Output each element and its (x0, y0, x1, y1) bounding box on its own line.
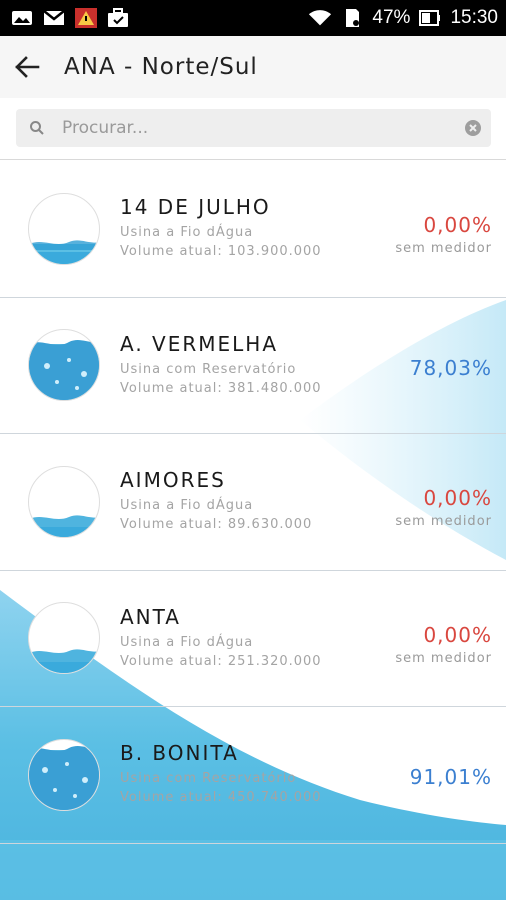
status-right: 47% 15:30 (308, 7, 498, 29)
battery-icon (418, 8, 442, 28)
item-level: 0,00% sem medidor (395, 623, 492, 666)
arrow-left-icon (15, 56, 40, 78)
item-type: Usina a Fio dÁgua (120, 225, 254, 240)
back-button[interactable] (4, 44, 50, 90)
list-item[interactable]: A. VERMELHA Usina com Reservatório Volum… (0, 298, 506, 434)
item-level: 91,01% (410, 765, 492, 789)
clear-search-icon[interactable] (455, 119, 491, 137)
clock: 15:30 (450, 7, 498, 28)
item-percent: 91,01% (409, 765, 492, 789)
status-left (10, 8, 130, 28)
item-name: A. VERMELHA (120, 331, 279, 356)
list-item[interactable]: AIMORES Usina a Fio dÁgua Volume atual: … (0, 434, 506, 571)
item-level: 0,00% sem medidor (395, 486, 492, 529)
water-level-avatar (28, 738, 100, 811)
item-text: ANTA Usina a Fio dÁgua Volume atual: 251… (120, 605, 322, 669)
item-name: 14 DE JULHO (120, 195, 271, 219)
water-level-avatar (28, 602, 100, 675)
item-name: B. BONITA (120, 741, 239, 765)
list-item[interactable]: B. BONITA Usina com Reservatório Volume … (0, 707, 506, 844)
item-level: 0,00% sem medidor (395, 213, 492, 256)
item-volume: Volume atual: 381.480.000 (120, 380, 322, 396)
item-status: sem medidor (395, 650, 492, 666)
gmail-icon (42, 8, 66, 28)
item-volume: Volume atual: 450.740.000 (120, 790, 322, 805)
item-type: Usina a Fio dÁgua (120, 498, 254, 513)
item-percent: 0,00% (423, 486, 492, 510)
item-type: Usina com Reservatório (120, 361, 297, 377)
briefcase-icon (106, 8, 130, 28)
item-percent: 0,00% (423, 622, 492, 647)
battery-percent: 47% (372, 7, 411, 28)
item-status: sem medidor (395, 514, 492, 529)
list-item[interactable]: ANTA Usina a Fio dÁgua Volume atual: 251… (0, 571, 506, 707)
item-volume: Volume atual: 251.320.000 (120, 653, 322, 669)
warning-app-icon (74, 8, 98, 28)
item-volume: Volume atual: 89.630.000 (120, 517, 313, 532)
item-name: ANTA (120, 604, 181, 629)
item-text: A. VERMELHA Usina com Reservatório Volum… (120, 332, 322, 396)
plant-list: 14 DE JULHO Usina a Fio dÁgua Volume atu… (0, 161, 506, 844)
item-text: B. BONITA Usina com Reservatório Volume … (120, 741, 322, 805)
app-bar: ANA - Norte/Sul (0, 36, 506, 98)
page-title: ANA - Norte/Sul (64, 54, 258, 80)
item-type: Usina a Fio dÁgua (120, 634, 254, 650)
item-type: Usina com Reservatório (120, 771, 297, 786)
water-level-avatar (28, 465, 100, 538)
sd-card-icon (340, 8, 364, 28)
search-bar (0, 98, 506, 160)
item-percent: 0,00% (423, 213, 492, 237)
item-status: sem medidor (395, 241, 492, 256)
item-text: 14 DE JULHO Usina a Fio dÁgua Volume atu… (120, 195, 322, 259)
item-volume: Volume atual: 103.900.000 (120, 244, 322, 259)
water-level-avatar (28, 329, 100, 402)
search-icon (20, 120, 54, 136)
search-input[interactable] (62, 118, 455, 138)
search-box[interactable] (16, 109, 491, 147)
wifi-icon (308, 8, 332, 28)
water-level-avatar (28, 192, 100, 265)
item-text: AIMORES Usina a Fio dÁgua Volume atual: … (120, 468, 312, 532)
status-bar: 47% 15:30 (0, 0, 506, 36)
item-level: 78,03% (410, 356, 492, 380)
list-item[interactable]: 14 DE JULHO Usina a Fio dÁgua Volume atu… (0, 161, 506, 298)
item-name: AIMORES (120, 468, 226, 492)
item-percent: 78,03% (409, 355, 492, 380)
photo-icon (10, 8, 34, 28)
